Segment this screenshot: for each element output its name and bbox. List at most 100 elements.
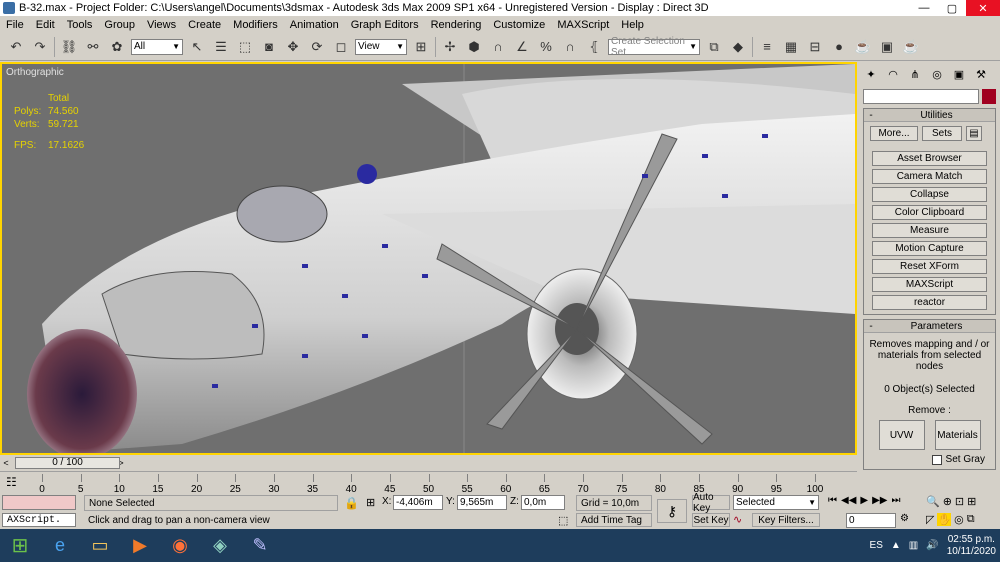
next-frame-icon[interactable]: ▶▶ [872,495,887,506]
time-configuration-icon[interactable]: ⚙ [900,513,909,524]
menu-views[interactable]: Views [141,19,182,31]
maximize-button[interactable]: ▢ [938,0,966,16]
menu-modifiers[interactable]: Modifiers [227,19,284,31]
default-in-out-tangent-icon[interactable]: ∿ [733,513,742,526]
render-icon[interactable]: ☕ [901,37,921,57]
object-color-swatch[interactable] [982,89,996,104]
time-slider-track[interactable]: < > [0,456,857,470]
language-indicator[interactable]: ES [870,540,883,551]
viewport-orthographic[interactable]: Orthographic Total Polys: 74.560 Verts: 59… [0,62,857,455]
sets-button[interactable]: Sets [922,126,962,141]
firefox-icon[interactable]: ◉ [160,529,200,562]
select-link-icon[interactable]: ⛓ [59,37,79,57]
rotate-icon[interactable]: ⟳ [307,37,327,57]
clock[interactable]: 02:55 p.m. 10/11/2020 [947,534,996,558]
configure-sets-icon[interactable]: ▤ [966,126,982,141]
utilities-rollout-header[interactable]: - Utilities [864,109,995,122]
bind-space-warp-icon[interactable]: ✿ [107,37,127,57]
pan-view-icon[interactable]: ✋ [937,513,952,526]
maxscript-listener[interactable]: AXScript. [2,513,76,527]
render-setup-icon[interactable]: ☕ [853,37,873,57]
asset-browser-button[interactable]: Asset Browser [872,151,987,166]
move-icon[interactable]: ✥ [283,37,303,57]
menu-create[interactable]: Create [182,19,227,31]
reset-xform-button[interactable]: Reset XForm [872,259,987,274]
color-clipboard-button[interactable]: Color Clipboard [872,205,987,220]
x-coordinate-field[interactable]: -4,406m [393,495,443,510]
go-to-start-icon[interactable]: ⏮ [828,495,837,506]
add-time-tag-button[interactable]: Add Time Tag [576,513,652,527]
spinner-snap-icon[interactable]: ∩ [560,37,580,57]
maximize-viewport-icon[interactable]: ⧉ [967,513,975,526]
camera-match-button[interactable]: Camera Match [872,169,987,184]
viewport-scene[interactable] [2,64,855,453]
curve-editor-icon[interactable]: ▦ [781,37,801,57]
menu-graph-editors[interactable]: Graph Editors [345,19,425,31]
track-bar-toggle-icon[interactable]: ☷ [6,475,17,489]
unlink-icon[interactable]: ⚯ [83,37,103,57]
track-bar[interactable]: ☷ 0 5 10 15 20 25 30 35 40 45 50 55 60 65 70 75 80 85 90 95… [0,471,857,495]
utilities-tab-icon[interactable]: ⚒ [971,65,991,83]
undo-icon[interactable]: ↶ [6,37,26,57]
y-coordinate-field[interactable]: 9,565m [457,495,507,510]
hierarchy-tab-icon[interactable]: ⋔ [905,65,925,83]
volume-icon[interactable]: 🔊 [926,540,938,551]
time-slider[interactable]: 0 / 100 [15,457,120,469]
set-key-mode-icon[interactable]: ⚷ [657,499,687,523]
rendered-frame-icon[interactable]: ▣ [877,37,897,57]
minimize-button[interactable]: — [910,0,938,16]
maxscript-button[interactable]: MAXScript [872,277,987,292]
absolute-mode-icon[interactable]: ⊞ [366,496,375,509]
menu-rendering[interactable]: Rendering [425,19,488,31]
parameters-rollout-header[interactable]: - Parameters [864,320,995,333]
orbit-icon[interactable]: ◎ [954,513,964,526]
paint-icon[interactable]: ✎ [240,529,280,562]
uvw-button[interactable]: UVW [878,420,925,450]
play-icon[interactable]: ▶ [860,495,868,506]
snap-3d-icon[interactable]: ∩ [488,37,508,57]
menu-edit[interactable]: Edit [30,19,61,31]
go-to-end-icon[interactable]: ⏭ [891,495,900,506]
materials-button[interactable]: Materials [934,420,981,450]
media-player-icon[interactable]: ▶ [120,529,160,562]
auto-key-button[interactable]: Auto Key [692,492,730,514]
more-button[interactable]: More... [870,126,918,141]
edit-named-selection-icon[interactable]: ⦃ [584,37,604,57]
time-slider-prev-icon[interactable]: < [0,458,12,468]
previous-frame-icon[interactable]: ◀◀ [841,495,856,506]
menu-maxscript[interactable]: MAXScript [551,19,615,31]
viewport-label[interactable]: Orthographic [6,67,64,78]
select-object-icon[interactable]: ↖ [187,37,207,57]
field-of-view-icon[interactable]: ◸ [926,513,934,526]
display-tab-icon[interactable]: ▣ [949,65,969,83]
create-tab-icon[interactable]: ✦ [861,65,881,83]
tray-arrow-icon[interactable]: ▲ [891,540,901,551]
schematic-view-icon[interactable]: ⊟ [805,37,825,57]
zoom-extents-icon[interactable]: ⊡ [955,495,964,508]
close-button[interactable]: ✕ [966,0,1000,16]
align-icon[interactable]: ◆ [728,37,748,57]
menu-animation[interactable]: Animation [284,19,345,31]
menu-file[interactable]: File [0,19,30,31]
layer-manager-icon[interactable]: ≡ [757,37,777,57]
mirror-icon[interactable]: ⧉ [704,37,724,57]
percent-snap-icon[interactable]: % [536,37,556,57]
menu-help[interactable]: Help [615,19,650,31]
key-filters-button[interactable]: Key Filters... [752,513,820,527]
start-button-icon[interactable]: ⊞ [0,529,40,562]
angle-snap-icon[interactable]: ∠ [512,37,532,57]
keyboard-shortcut-icon[interactable]: ⬢ [464,37,484,57]
scale-icon[interactable]: ◻ [331,37,351,57]
redo-icon[interactable]: ↷ [30,37,50,57]
pivot-center-icon[interactable]: ⊞ [411,37,431,57]
window-crossing-icon[interactable]: ◙ [259,37,279,57]
file-explorer-icon[interactable]: ▭ [80,529,120,562]
selection-filter-dropdown[interactable]: All ▼ [131,38,183,55]
z-coordinate-field[interactable]: 0,0m [521,495,565,510]
set-key-button[interactable]: Set Key [692,513,730,527]
select-by-name-icon[interactable]: ☰ [211,37,231,57]
reactor-button[interactable]: reactor [872,295,987,310]
internet-explorer-icon[interactable]: e [40,529,80,562]
material-editor-icon[interactable]: ● [829,37,849,57]
measure-button[interactable]: Measure [872,223,987,238]
